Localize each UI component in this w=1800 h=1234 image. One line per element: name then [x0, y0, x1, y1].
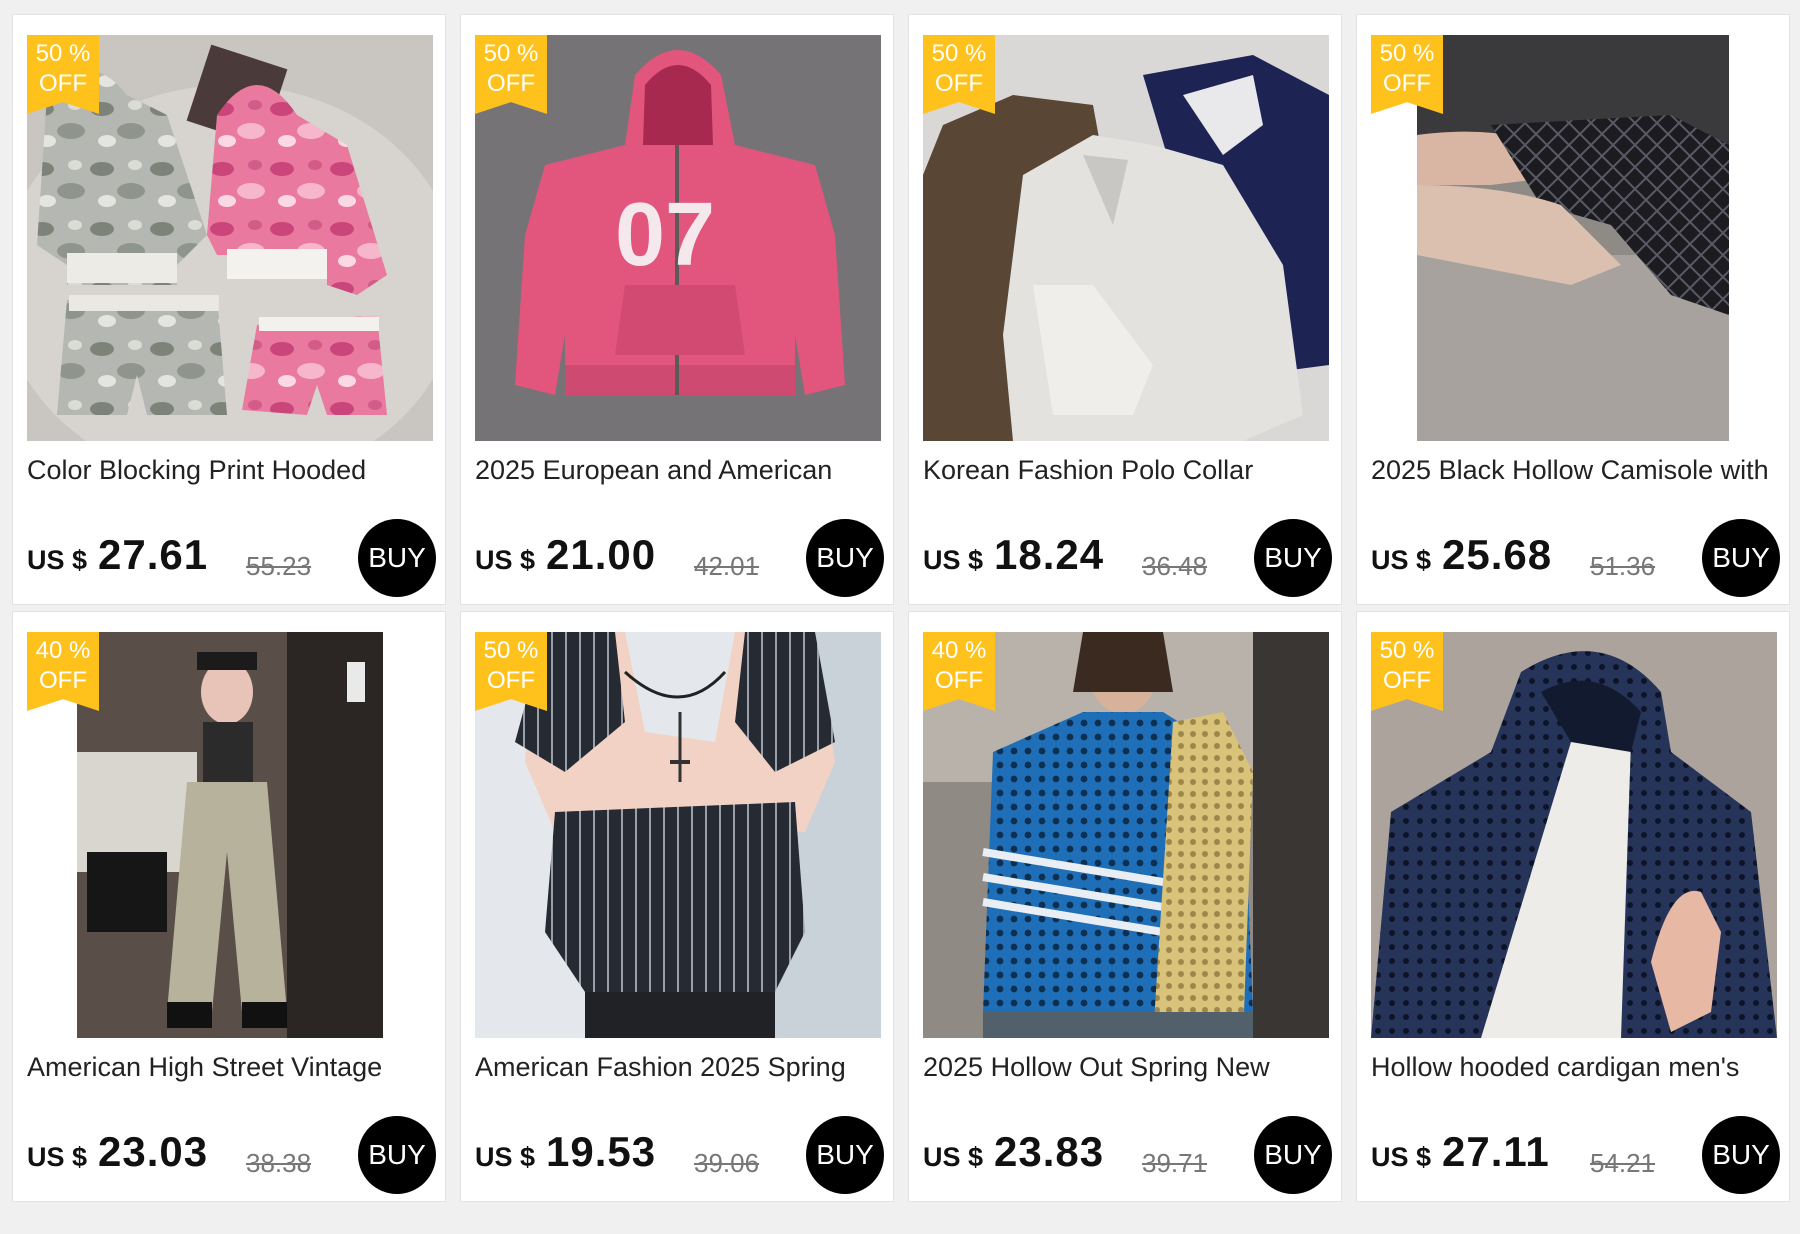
discount-label: OFF	[487, 70, 535, 97]
currency-label: US $	[27, 1142, 88, 1172]
product-card[interactable]: 50 % OFF 2025 Black Hollow Camisole with…	[1356, 14, 1790, 605]
original-price: 39.06	[694, 1148, 760, 1178]
currency-label: US $	[27, 545, 88, 575]
buy-button[interactable]: BUY	[1702, 1116, 1780, 1194]
original-price: 36.48	[1142, 551, 1208, 581]
sale-price: 27.11	[1442, 1128, 1550, 1175]
original-price: 38.38	[246, 1148, 312, 1178]
discount-value: 50 %	[483, 40, 539, 67]
price-row: US $ 25.68 51.36 BUY	[1371, 519, 1780, 597]
discount-label: OFF	[487, 667, 535, 694]
discount-label: OFF	[935, 70, 983, 97]
discount-value: 50 %	[931, 40, 987, 67]
currency-label: US $	[1371, 545, 1432, 575]
sale-price: 27.61	[98, 531, 209, 578]
product-title[interactable]: Color Blocking Print Hooded	[27, 455, 437, 486]
discount-label: OFF	[39, 70, 87, 97]
sale-price: 23.83	[994, 1128, 1105, 1175]
buy-button[interactable]: BUY	[1254, 1116, 1332, 1194]
product-card[interactable]: 50 % OFF American Fashion 2025 Spring US…	[460, 611, 894, 1202]
buy-button[interactable]: BUY	[358, 519, 436, 597]
product-title[interactable]: American High Street Vintage	[27, 1052, 437, 1083]
discount-value: 40 %	[35, 637, 91, 664]
discount-label: OFF	[1383, 70, 1431, 97]
buy-button[interactable]: BUY	[1254, 519, 1332, 597]
buy-button[interactable]: BUY	[1702, 519, 1780, 597]
discount-label: OFF	[39, 667, 87, 694]
product-card[interactable]: 40 % OFF 2025 Hollow Out Spring New US $…	[908, 611, 1342, 1202]
product-card[interactable]: 07 50 % OFF 2025 European and American U…	[460, 14, 894, 605]
discount-badge: 50 % OFF	[1371, 35, 1443, 114]
original-price: 54.21	[1590, 1148, 1656, 1178]
sale-price: 19.53	[546, 1128, 657, 1175]
svg-text:07: 07	[615, 185, 715, 285]
product-grid: 50 % OFF Color Blocking Print Hooded US …	[12, 14, 1790, 1202]
buy-button[interactable]: BUY	[358, 1116, 436, 1194]
original-price: 51.36	[1590, 551, 1656, 581]
price-row: US $ 23.03 38.38 BUY	[27, 1116, 436, 1194]
discount-value: 40 %	[931, 637, 987, 664]
currency-label: US $	[1371, 1142, 1432, 1172]
currency-label: US $	[475, 1142, 536, 1172]
price-row: US $ 27.61 55.23 BUY	[27, 519, 436, 597]
discount-badge: 50 % OFF	[27, 35, 99, 114]
currency-label: US $	[475, 545, 536, 575]
discount-badge: 50 % OFF	[475, 35, 547, 114]
price-row: US $ 21.00 42.01 BUY	[475, 519, 884, 597]
buy-button[interactable]: BUY	[806, 1116, 884, 1194]
product-card[interactable]: 50 % OFF Hollow hooded cardigan men's US…	[1356, 611, 1790, 1202]
product-title[interactable]: 2025 Black Hollow Camisole with	[1371, 455, 1781, 486]
discount-badge: 50 % OFF	[923, 35, 995, 114]
product-title[interactable]: American Fashion 2025 Spring	[475, 1052, 885, 1083]
buy-button[interactable]: BUY	[806, 519, 884, 597]
product-title[interactable]: 2025 European and American	[475, 455, 885, 486]
product-card[interactable]: 50 % OFF Korean Fashion Polo Collar US $…	[908, 14, 1342, 605]
sale-price: 25.68	[1442, 531, 1553, 578]
currency-label: US $	[923, 545, 984, 575]
discount-value: 50 %	[483, 637, 539, 664]
sale-price: 23.03	[98, 1128, 209, 1175]
currency-label: US $	[923, 1142, 984, 1172]
product-card[interactable]: 50 % OFF Color Blocking Print Hooded US …	[12, 14, 446, 605]
discount-value: 50 %	[1379, 40, 1435, 67]
price-row: US $ 18.24 36.48 BUY	[923, 519, 1332, 597]
sale-price: 21.00	[546, 531, 657, 578]
price-row: US $ 23.83 39.71 BUY	[923, 1116, 1332, 1194]
product-title[interactable]: Hollow hooded cardigan men's	[1371, 1052, 1781, 1083]
discount-label: OFF	[935, 667, 983, 694]
discount-value: 50 %	[1379, 637, 1435, 664]
product-title[interactable]: Korean Fashion Polo Collar	[923, 455, 1333, 486]
price-row: US $ 19.53 39.06 BUY	[475, 1116, 884, 1194]
discount-value: 50 %	[35, 40, 91, 67]
sale-price: 18.24	[994, 531, 1105, 578]
product-card[interactable]: 40 % OFF American High Street Vintage US…	[12, 611, 446, 1202]
product-title[interactable]: 2025 Hollow Out Spring New	[923, 1052, 1333, 1083]
original-price: 55.23	[246, 551, 312, 581]
discount-label: OFF	[1383, 667, 1431, 694]
original-price: 42.01	[694, 551, 760, 581]
price-row: US $ 27.11 54.21 BUY	[1371, 1116, 1780, 1194]
original-price: 39.71	[1142, 1148, 1208, 1178]
